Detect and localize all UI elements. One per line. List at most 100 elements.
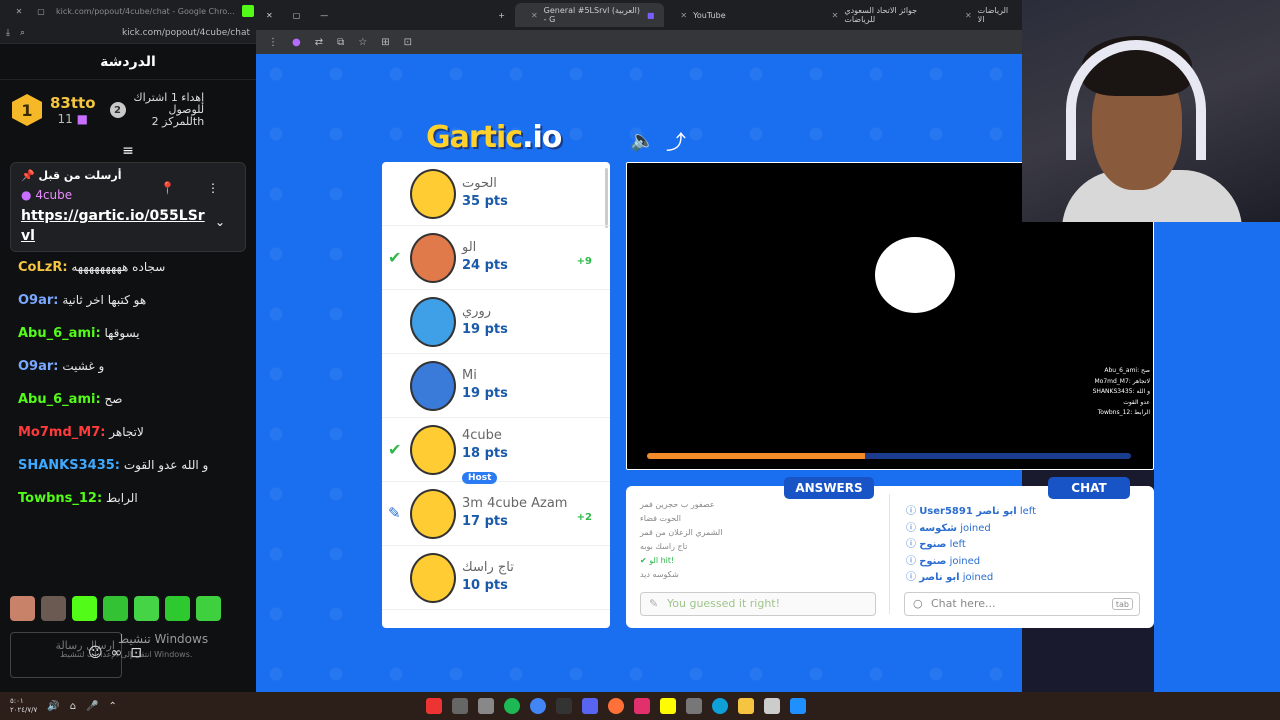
- info-icon: ⓘ: [906, 522, 920, 534]
- folder-icon[interactable]: [738, 698, 754, 714]
- emote-icon[interactable]: [103, 596, 128, 621]
- more-options-icon[interactable]: ⋮: [207, 181, 219, 195]
- emote-icon[interactable]: [10, 596, 35, 621]
- message-text: لاتجاهر: [109, 425, 144, 439]
- player-row[interactable]: الو 24 pts ✔ +9: [382, 226, 610, 290]
- message-username[interactable]: Abu_6_ami:: [18, 326, 101, 341]
- game-chat-input[interactable]: ○ Chat here... tab: [904, 592, 1140, 616]
- message-username[interactable]: O9ar:: [18, 359, 58, 374]
- tab-hint: tab: [1111, 598, 1133, 610]
- start-icon[interactable]: [790, 698, 806, 714]
- emote-icon[interactable]: [134, 596, 159, 621]
- overlay-chat-line: Mo7md_M7: لاتجاهر: [1094, 377, 1150, 385]
- close-icon[interactable]: ✕: [12, 7, 26, 16]
- window-restore-icon[interactable]: ▢: [283, 3, 311, 27]
- overlay-chat-line: SHANKS3435: و الله عدو القوت: [1092, 388, 1150, 406]
- app-icon[interactable]: [452, 698, 468, 714]
- player-row[interactable]: 4cube 18 pts ✔ Host: [382, 418, 610, 484]
- chat-title: الدردشة: [0, 44, 256, 80]
- translate-icon[interactable]: ⊞: [381, 37, 389, 48]
- pin-icon[interactable]: 📍: [160, 181, 175, 195]
- points-bonus: +2: [576, 512, 592, 523]
- emote-icon[interactable]: [165, 596, 190, 621]
- firefox-icon[interactable]: [608, 698, 624, 714]
- emote-icon[interactable]: [72, 596, 97, 621]
- app-icon[interactable]: [556, 698, 572, 714]
- chrome-icon[interactable]: [530, 698, 546, 714]
- leaderboard: 1 83tto 11 ■ 2 إهداء 1 اشتراك للوصول للم…: [0, 80, 256, 140]
- player-row[interactable]: Mi 19 pts: [382, 354, 610, 418]
- timer-fill: [647, 453, 865, 459]
- answer-line: ✔ الو hit!: [640, 556, 675, 565]
- menu-icon[interactable]: ⋮: [268, 37, 278, 48]
- chat-message: O9ar: و غشيت: [18, 357, 238, 376]
- maximize-icon[interactable]: ▢: [34, 7, 48, 16]
- leader2-gift-text: إهداء 1 اشتراك للوصول للمركز 2th: [133, 91, 205, 128]
- message-username[interactable]: O9ar:: [18, 293, 58, 308]
- bottom-panel: عصفور ب حجرين فمر الحوت فضاء الشمري الزعلا…: [626, 486, 1154, 628]
- discord-icon[interactable]: [582, 698, 598, 714]
- collapse-icon[interactable]: ≡: [0, 140, 256, 162]
- taskbar-apps: [426, 698, 806, 714]
- search-icon: ○: [913, 597, 923, 610]
- player-avatar: [410, 361, 456, 411]
- player-row[interactable]: الحوت 35 pts: [382, 162, 610, 226]
- window-minimize-icon[interactable]: —: [310, 3, 338, 27]
- new-tab-icon[interactable]: +: [488, 3, 515, 27]
- sound-icon[interactable]: 🔈: [630, 128, 655, 152]
- chevron-up-icon[interactable]: ⌃: [109, 701, 117, 712]
- message-username[interactable]: Abu_6_ami:: [18, 392, 101, 407]
- kick-address[interactable]: kick.com/popout/4cube/chat: [35, 28, 250, 38]
- message-username[interactable]: SHANKS3435:: [18, 458, 120, 473]
- app-icon[interactable]: [686, 698, 702, 714]
- player-row[interactable]: 3m 4cube Azam 17 pts ✎ +2: [382, 482, 610, 546]
- edge-icon[interactable]: [712, 698, 728, 714]
- star-icon[interactable]: ☆: [358, 37, 367, 48]
- pinned-link[interactable]: https://gartic.io/055LSrvl: [21, 206, 211, 246]
- leader1-name[interactable]: 83tto: [50, 94, 96, 112]
- pinned-user[interactable]: ● 4cube: [21, 188, 235, 202]
- chevron-down-icon[interactable]: ⌄: [215, 215, 225, 229]
- instagram-icon[interactable]: [634, 698, 650, 714]
- window-close-icon[interactable]: ✕: [256, 3, 283, 27]
- app-icon[interactable]: [426, 698, 442, 714]
- answers-header[interactable]: ANSWERS: [784, 477, 874, 499]
- spotify-icon[interactable]: [504, 698, 520, 714]
- app-icon[interactable]: [478, 698, 494, 714]
- volume-icon[interactable]: 🔊: [47, 701, 59, 712]
- message-username[interactable]: CoLzR:: [18, 260, 68, 275]
- mic-icon[interactable]: 🎤: [86, 701, 98, 712]
- clock[interactable]: ٥:٠١ ٢٠٢٤/٧/٧: [10, 697, 37, 715]
- puzzle-icon[interactable]: ⧉: [337, 37, 344, 48]
- answer-input[interactable]: ✎ You guessed it right!: [640, 592, 876, 616]
- tab-saudi[interactable]: ✕ جوائز الاتحاد السعودي للرياضات: [816, 3, 949, 27]
- message-username[interactable]: Mo7md_M7:: [18, 425, 105, 440]
- pinned-title: 📌 أرسلت من قبل: [21, 169, 122, 182]
- info-icon: ⓘ: [906, 555, 920, 567]
- snapchat-icon[interactable]: [660, 698, 676, 714]
- answer-line: شكوسه ديد: [640, 570, 679, 579]
- kick-addressbar: ⤓ ⌕ kick.com/popout/4cube/chat: [0, 22, 256, 44]
- player-row[interactable]: روري 19 pts: [382, 290, 610, 354]
- screenshot-icon[interactable]: ⊡: [404, 37, 412, 48]
- message-list: CoLzR: سجاده هههههههههه O9ar: هو كتبها اخ…: [0, 252, 256, 508]
- search-icon[interactable]: ⌕: [20, 28, 25, 38]
- download-icon[interactable]: ⤓: [6, 28, 10, 38]
- network-icon[interactable]: ⌂: [70, 701, 76, 712]
- player-name: 4cube: [462, 428, 502, 443]
- tab-sports[interactable]: ✕ الرياضات الا: [949, 3, 1022, 27]
- emote-icon[interactable]: [196, 596, 221, 621]
- cast-icon[interactable]: ⇄: [315, 37, 323, 48]
- tab-gartic[interactable]: ✕ General #5LSrvl (العربية) - G ■: [514, 3, 665, 27]
- extension-icon[interactable]: ●: [292, 37, 301, 48]
- message-username[interactable]: Towbns_12:: [18, 491, 102, 506]
- chat-header[interactable]: CHAT: [1048, 477, 1130, 499]
- share-icon[interactable]: ⤴: [666, 126, 686, 155]
- player-name: الحوت: [462, 176, 497, 191]
- player-name: الو: [462, 240, 477, 255]
- app-icon[interactable]: [764, 698, 780, 714]
- player-row[interactable]: تاج راسك 10 pts: [382, 546, 610, 610]
- player-avatar: [410, 169, 456, 219]
- emote-icon[interactable]: [41, 596, 66, 621]
- tab-youtube[interactable]: ✕ YouTube: [664, 3, 735, 27]
